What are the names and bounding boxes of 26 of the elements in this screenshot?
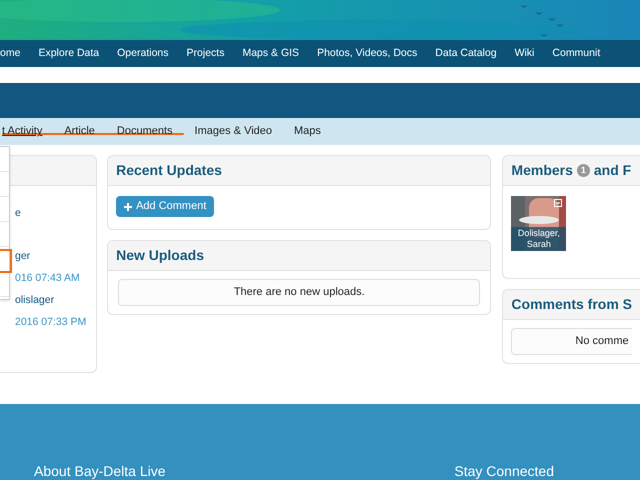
card-title: and F <box>594 161 632 180</box>
card-title: Comments from S <box>511 295 632 314</box>
footer-heading: About Bay-Delta Live <box>34 462 166 480</box>
nav-link[interactable]: Wiki <box>514 46 534 62</box>
nav-link[interactable]: Explore Data <box>38 46 100 62</box>
card-title: Recent Updates <box>116 161 222 180</box>
nav-link[interactable]: Maps & GIS <box>242 46 300 62</box>
user-link[interactable]: olislager <box>15 293 54 315</box>
empty-message: There are no new uploads. <box>118 279 480 306</box>
user-link[interactable]: ger <box>15 249 30 271</box>
tab[interactable]: Maps <box>294 123 321 140</box>
empty-message: No comme <box>511 328 632 355</box>
footer-heading: Stay Connected <box>454 462 554 480</box>
item-text: e <box>15 206 21 221</box>
member-name: Dolislager, Sarah <box>511 227 566 251</box>
nav-link[interactable]: ome <box>0 46 20 62</box>
card-title: Members <box>511 161 573 180</box>
count-badge: 1 <box>576 164 590 177</box>
nav-link[interactable]: Photos, Videos, Docs <box>317 46 418 62</box>
tab[interactable]: Images & Video <box>194 123 272 140</box>
member-tile[interactable]: Dolislager, Sarah <box>511 196 566 251</box>
card-title: New Uploads <box>116 246 204 265</box>
nav-link[interactable]: Projects <box>186 46 224 62</box>
nav-link[interactable]: Data Catalog <box>435 46 497 62</box>
nav-link[interactable]: Communit <box>552 46 600 62</box>
nav-link[interactable]: Operations <box>117 46 169 62</box>
